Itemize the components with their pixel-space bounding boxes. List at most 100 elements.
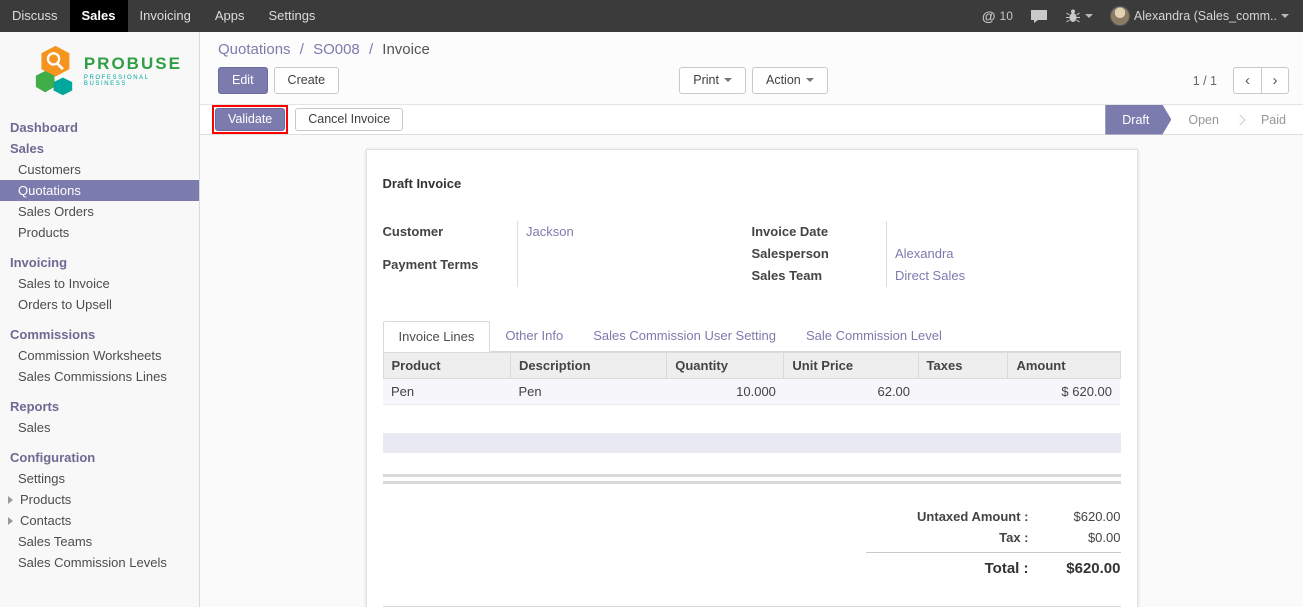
- sales-team-label: Sales Team: [752, 265, 887, 287]
- action-label: Action: [766, 73, 801, 87]
- menu-apps[interactable]: Apps: [203, 0, 257, 32]
- payment-terms-label: Payment Terms: [383, 254, 518, 287]
- sidebar-item-reports-sales[interactable]: Sales: [0, 417, 199, 438]
- app-menus: Discuss Sales Invoicing Apps Settings: [0, 0, 327, 32]
- sidebar-header-invoicing[interactable]: Invoicing: [0, 252, 199, 273]
- status-step-paid[interactable]: Paid: [1244, 105, 1303, 135]
- pager-next-button[interactable]: ›: [1261, 67, 1289, 94]
- separator-lines: [383, 474, 1121, 484]
- col-header-taxes[interactable]: Taxes: [918, 353, 1008, 379]
- edit-button[interactable]: Edit: [218, 67, 268, 94]
- caret-down-icon: [806, 78, 814, 86]
- invoice-line-row[interactable]: Pen Pen 10.000 62.00 $ 620.00: [383, 379, 1120, 405]
- activity-count: 10: [1000, 9, 1013, 23]
- field-group-left: Customer Jackson Payment Terms: [383, 221, 752, 287]
- sidebar-item-commission-worksheets[interactable]: Commission Worksheets: [0, 345, 199, 366]
- pager-previous-button[interactable]: ‹: [1233, 67, 1261, 94]
- col-header-product[interactable]: Product: [383, 353, 511, 379]
- sidebar-item-label: Products: [20, 492, 71, 507]
- sidebar-nav: Dashboard Sales Customers Quotations Sal…: [0, 117, 199, 573]
- menu-invoicing[interactable]: Invoicing: [128, 0, 203, 32]
- messages-menu[interactable]: [1030, 9, 1048, 24]
- sidebar-header-sales[interactable]: Sales: [0, 138, 199, 159]
- debug-menu[interactable]: [1065, 8, 1093, 24]
- cancel-invoice-button[interactable]: Cancel Invoice: [295, 108, 403, 131]
- invoice-state-title: Draft Invoice: [383, 176, 1121, 191]
- tab-sales-commission-user-setting[interactable]: Sales Commission User Setting: [578, 321, 791, 352]
- sidebar-item-sales-commissions-lines[interactable]: Sales Commissions Lines: [0, 366, 199, 387]
- tab-sale-commission-level[interactable]: Sale Commission Level: [791, 321, 957, 352]
- sidebar-item-sales-orders[interactable]: Sales Orders: [0, 201, 199, 222]
- salesperson-label: Salesperson: [752, 243, 887, 265]
- validate-button[interactable]: Validate: [215, 108, 285, 131]
- sidebar-item-sales-teams[interactable]: Sales Teams: [0, 531, 199, 552]
- page-body: PROBUSE PROFESSIONAL BUSINESS Dashboard …: [0, 32, 1303, 607]
- sidebar-header-configuration[interactable]: Configuration: [0, 447, 199, 468]
- cell-quantity: 10.000: [667, 379, 784, 405]
- action-dropdown[interactable]: Action: [752, 67, 828, 94]
- invoice-sheet: Draft Invoice Customer Jackson Payment T…: [366, 149, 1138, 607]
- separator-line: [383, 481, 1121, 484]
- logo-subtitle: PROFESSIONAL BUSINESS: [84, 75, 193, 87]
- sidebar-item-sales-to-invoice[interactable]: Sales to Invoice: [0, 273, 199, 294]
- field-group-right: Invoice Date Salesperson Alexandra Sales…: [752, 221, 1121, 287]
- breadcrumb-separator: /: [369, 41, 373, 58]
- sidebar-item-orders-to-upsell[interactable]: Orders to Upsell: [0, 294, 199, 315]
- sidebar-item-config-contacts[interactable]: Contacts: [0, 510, 199, 531]
- sidebar-item-config-products[interactable]: Products: [0, 489, 199, 510]
- form-button-bar: Validate Cancel Invoice Draft Open Paid: [200, 105, 1303, 135]
- menu-discuss[interactable]: Discuss: [0, 0, 70, 32]
- sales-team-value[interactable]: Direct Sales: [895, 268, 965, 283]
- tab-other-info[interactable]: Other Info: [490, 321, 578, 352]
- sidebar-item-dashboard[interactable]: Dashboard: [0, 117, 199, 138]
- sidebar-item-customers[interactable]: Customers: [0, 159, 199, 180]
- customer-value[interactable]: Jackson: [526, 224, 574, 239]
- user-menu[interactable]: Alexandra (Sales_comm..: [1110, 6, 1289, 26]
- status-step-draft[interactable]: Draft: [1105, 105, 1171, 135]
- menu-settings[interactable]: Settings: [256, 0, 327, 32]
- sidebar-header-commissions[interactable]: Commissions: [0, 324, 199, 345]
- bug-icon: [1065, 8, 1081, 24]
- annotation-highlight-box: Validate: [212, 105, 288, 134]
- sidebar-item-quotations[interactable]: Quotations: [0, 180, 199, 201]
- print-dropdown[interactable]: Print: [679, 67, 746, 94]
- menu-sales[interactable]: Sales: [70, 0, 128, 32]
- activity-menu[interactable]: @ 10: [982, 8, 1013, 24]
- col-header-description[interactable]: Description: [511, 353, 667, 379]
- breadcrumb-quotations[interactable]: Quotations: [218, 41, 291, 58]
- tab-invoice-lines[interactable]: Invoice Lines: [383, 321, 491, 352]
- breadcrumb-current: Invoice: [382, 41, 430, 58]
- probuse-logo-icon: [34, 44, 77, 98]
- col-header-quantity[interactable]: Quantity: [667, 353, 784, 379]
- create-button[interactable]: Create: [274, 67, 340, 94]
- print-label: Print: [693, 73, 719, 87]
- col-header-unit-price[interactable]: Unit Price: [784, 353, 918, 379]
- table-header-row: Product Description Quantity Unit Price …: [383, 353, 1120, 379]
- probuse-logo[interactable]: PROBUSE PROFESSIONAL BUSINESS: [0, 32, 199, 108]
- user-name: Alexandra (Sales_comm..: [1134, 9, 1277, 23]
- sidebar-header-reports[interactable]: Reports: [0, 396, 199, 417]
- caret-down-icon: [1281, 14, 1289, 22]
- main-area: Quotations / SO008 / Invoice Edit Create…: [200, 32, 1303, 607]
- tax-value: $0.00: [1029, 530, 1121, 545]
- totals: Untaxed Amount : $620.00 Tax : $0.00 Tot…: [866, 506, 1121, 580]
- cell-amount: $ 620.00: [1008, 379, 1120, 405]
- cell-taxes: [918, 379, 1008, 405]
- chevron-right-icon: [8, 517, 17, 525]
- logo-title: PROBUSE: [84, 55, 193, 73]
- col-header-amount[interactable]: Amount: [1008, 353, 1120, 379]
- topbar-systray: @ 10 Alexandra (Sales_comm..: [982, 0, 1303, 32]
- untaxed-amount-value: $620.00: [1029, 509, 1121, 524]
- control-panel-buttons: Edit Create Print Action 1 / 1 ‹ ›: [218, 67, 1289, 94]
- sidebar-item-products[interactable]: Products: [0, 222, 199, 243]
- salesperson-value[interactable]: Alexandra: [895, 246, 954, 261]
- notebook-tabs: Invoice Lines Other Info Sales Commissio…: [383, 321, 1121, 352]
- at-icon: @: [982, 8, 996, 24]
- sidebar-item-settings[interactable]: Settings: [0, 468, 199, 489]
- status-step-open[interactable]: Open: [1171, 105, 1236, 135]
- breadcrumb-so008[interactable]: SO008: [313, 41, 360, 58]
- sidebar-item-label: Contacts: [20, 513, 71, 528]
- chevron-right-icon: [8, 496, 17, 504]
- empty-list-stripe: [383, 433, 1121, 453]
- sidebar-item-sales-commission-levels[interactable]: Sales Commission Levels: [0, 552, 199, 573]
